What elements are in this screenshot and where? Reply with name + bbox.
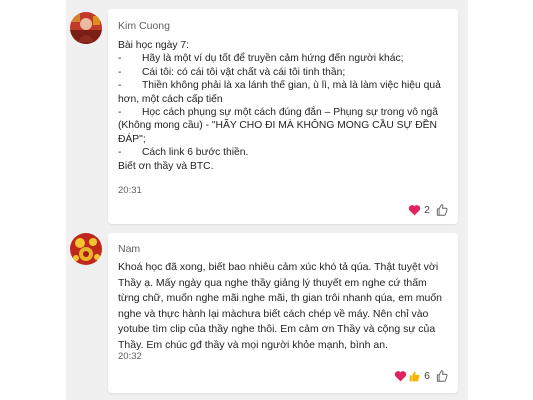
avatar[interactable]	[70, 233, 102, 265]
reaction-count: 2	[424, 204, 430, 216]
message-timestamp: 20:31	[118, 185, 142, 196]
thumbs-up-icon[interactable]	[408, 370, 421, 383]
reactions-bar[interactable]: 2	[408, 201, 450, 219]
message-timestamp: 20:32	[118, 351, 142, 362]
message-line: Khoá học đã xong, biết bao nhiêu cảm xúc…	[118, 261, 439, 273]
bullet-continuation: hơn, một cách cấp tiến	[118, 93, 223, 105]
thumbs-up-outline-icon	[436, 204, 448, 216]
thumbs-up-outline-icon	[436, 370, 448, 382]
message-heading: Bài học ngày 7:	[118, 40, 189, 51]
message-line: từng chữ, muốn nghe mãi nghe mãi, th gia…	[118, 292, 443, 305]
message-line: yotube tìm clip của thầy nghe thôi. Em c…	[118, 323, 436, 336]
bullet-item: - Học cách phụng sự một cách đúng đắn – P…	[118, 107, 438, 119]
add-reaction-button[interactable]	[434, 368, 450, 384]
bullet-item: - Hãy là một ví dụ tốt để truyền cảm hứng…	[118, 53, 404, 65]
sender-name: Nam	[118, 243, 141, 255]
avatar[interactable]	[70, 12, 102, 44]
chat-page: Kim Cuong Bài học ngày 7: - Hãy là một ví…	[0, 0, 533, 400]
message-line: Thầy ạ. Mấy ngày qua nghe thầy giảng lý …	[118, 276, 427, 289]
chat-feed: Kim Cuong Bài học ngày 7: - Hãy là một ví…	[66, 0, 468, 400]
reactions-bar[interactable]: 6	[394, 367, 450, 385]
heart-icon[interactable]	[408, 204, 421, 216]
message-card: Nam Khoá học đã xong, biết bao nhiêu cảm…	[108, 233, 458, 393]
sender-name: Kim Cuong	[118, 20, 170, 32]
heart-icon[interactable]	[394, 370, 407, 382]
bullet-continuation: ĐÁP";	[118, 133, 146, 145]
message-line: nghe và thực hành lại màchưa biết cách c…	[118, 307, 429, 320]
bullet-continuation: (Không mong cầu) - "HÃY CHO ĐI MÀ KHÔNG …	[118, 120, 437, 132]
message-closing: Biết ơn thầy và BTC.	[118, 160, 214, 172]
bullet-item: - Thiền không phải là xa lánh thế gian, ù…	[118, 80, 441, 92]
bullet-item: - Cách link 6 bước thiền.	[118, 147, 249, 159]
message-card: Kim Cuong Bài học ngày 7: - Hãy là một ví…	[108, 9, 458, 224]
message-line: Thầy. Em chúc gđ thầy và mọi người khỏe …	[118, 338, 388, 351]
bullet-item: - Cái tôi: có cái tôi vật chất và cái tôi…	[118, 66, 346, 78]
message-body: Khoá học đã xong, biết bao nhiêu cảm xúc…	[118, 260, 456, 354]
add-reaction-button[interactable]	[434, 202, 450, 218]
message-body: Bài học ngày 7: - Hãy là một ví dụ tốt để…	[118, 39, 452, 173]
reaction-count: 6	[424, 370, 430, 382]
